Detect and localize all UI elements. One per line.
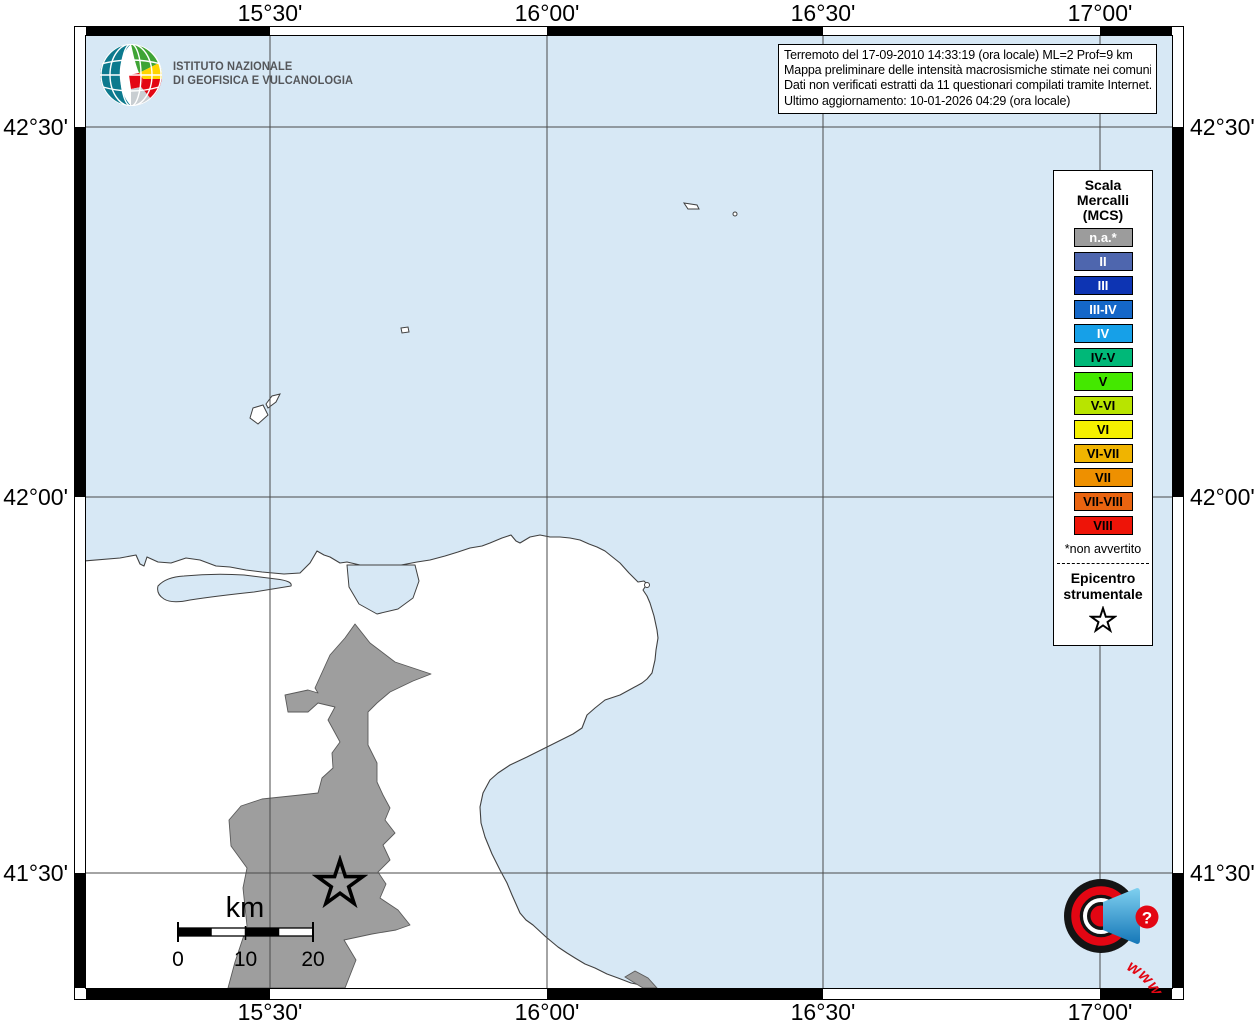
legend-footnote: *non avvertito [1064,542,1142,556]
legend-swatch-iii-iv: III-IV [1073,300,1133,319]
legend-swatch-iii: III [1073,276,1133,295]
legend-epicenter-line1: Epicentro [1070,570,1136,586]
islands [249,202,738,588]
legend-swatch-vii-viii: VII-VIII [1073,492,1133,511]
ingv-logo-text: ISTITUTO NAZIONALE DI GEOFISICA E VULCAN… [173,61,353,108]
info-line-event: Terremoto del 17-09-2010 14:33:19 (ora l… [784,48,1133,62]
legend-swatch-vi-vii: VI-VII [1073,444,1133,463]
macroseismic-map-page: 15°30' 16°00' 16°30' 17°00' 15°30' 16°00… [0,0,1255,1024]
question-mark: ? [1142,909,1152,928]
legend-title-line2: Mercalli [1076,192,1130,208]
axis-label-bottom-1700: 17°00' [1067,999,1133,1024]
scale-tick-20: 20 [301,948,324,971]
axis-label-top-1530: 15°30' [237,0,303,26]
legend-epicenter-line2: strumentale [1063,586,1143,602]
land-layer [86,202,738,988]
frame-top-bar [75,27,1183,36]
legend-divider [1057,563,1149,564]
axis-label-left-4130: 41°30' [3,860,68,886]
legend-epicenter-star-icon [1054,605,1152,639]
scale-bar-unit: km [226,892,265,924]
ingv-name-line2: DI GEOFISICA E VULCANOLOGIA [173,74,354,87]
map-canvas [86,36,1172,988]
info-line-updated: Ultimo aggiornamento: 10-01-2026 04:29 (… [784,93,1071,108]
axis-label-bottom-1630: 16°30' [790,999,856,1024]
legend-swatch-vi: VI [1073,420,1133,439]
scale-tick-0: 0 [172,948,184,971]
axis-label-right-4200: 42°00' [1190,484,1255,510]
axis-label-top-1700: 17°00' [1067,0,1133,26]
axis-label-bottom-1600: 16°00' [514,999,580,1024]
legend-swatch-na: n.a.* [1073,228,1133,247]
epicenter-star-icon [312,855,368,909]
axis-label-left-4200: 42°00' [3,484,68,510]
legend-swatch-iv-v: IV-V [1073,348,1133,367]
legend-swatch-v: V [1073,372,1133,391]
frame-left-bar [75,36,86,988]
legend-title-line1: Scala [1084,177,1122,193]
legend-swatch-vii: VII [1073,468,1133,487]
mercalli-legend: Scala Mercalli (MCS) n.a.* II III III-IV… [1053,170,1153,646]
frame-bottom-bar [75,989,1183,999]
legend-swatch-viii: VIII [1073,516,1133,535]
legend-swatches: n.a.* II III III-IV IV IV-V V V-VI VI VI… [1054,228,1152,535]
ingv-name-line1: ISTITUTO NAZIONALE [173,61,293,73]
legend-swatch-v-vi: V-VI [1073,396,1133,415]
scale-tick-10: 10 [234,948,257,971]
axis-label-right-4230: 42°30' [1190,114,1255,140]
legend-title-line3: (MCS) [1082,207,1124,223]
axis-label-bottom-1530: 15°30' [237,999,303,1024]
ingv-logo: ISTITUTO NAZIONALE DI GEOFISICA E VULCAN… [98,42,361,108]
info-line-maptype: Mappa preliminare delle intensità macros… [784,63,1151,78]
legend-swatch-ii: II [1073,252,1133,271]
ingv-globe-icon [100,44,162,106]
axis-label-right-4130: 41°30' [1190,860,1255,886]
info-line-source: Dati non verificati estratti da 11 quest… [784,78,1151,93]
legend-swatch-iv: IV [1073,324,1133,343]
axis-label-top-1630: 16°30' [790,0,856,26]
axis-label-left-4230: 42°30' [3,114,68,140]
haisentito-watermark-logo: ? www. hai sentito il terremoto .it [1028,879,1174,993]
axis-label-top-1600: 16°00' [514,0,580,26]
watermark-ring-text: www. hai sentito il terremoto .it [1028,957,1174,993]
earthquake-info-box: Terremoto del 17-09-2010 14:33:19 (ora l… [778,44,1157,114]
basemap-svg [86,36,1172,988]
